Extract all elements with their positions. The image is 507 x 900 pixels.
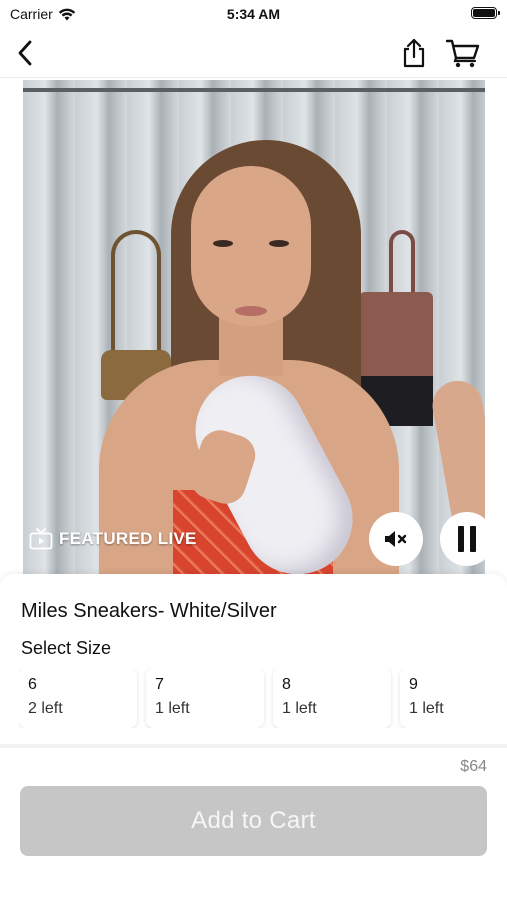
product-price: $64 [460, 758, 487, 775]
status-time: 5:34 AM [226, 6, 281, 22]
size-number: 8 [282, 676, 291, 693]
tv-icon [29, 528, 53, 550]
product-title: Miles Sneakers- White/Silver [21, 600, 277, 622]
size-stock: 1 left [155, 700, 190, 717]
share-button[interactable] [398, 36, 430, 70]
hanging-bag [359, 292, 433, 382]
pause-icon [458, 526, 464, 552]
divider [0, 744, 507, 748]
size-option-9[interactable]: 9 1 left [400, 668, 507, 728]
add-to-cart-button[interactable]: Add to Cart [20, 786, 487, 856]
bag-strap [111, 230, 161, 360]
chevron-left-icon [18, 40, 32, 66]
live-video[interactable]: FEATURED LIVE [23, 80, 485, 576]
cart-button[interactable] [444, 36, 482, 70]
person-lips [235, 306, 267, 316]
size-number: 9 [409, 676, 418, 693]
size-options: 6 2 left 7 1 left 8 1 left 9 1 left [19, 668, 507, 728]
size-option-8[interactable]: 8 1 left [273, 668, 391, 728]
person-eye [213, 240, 233, 247]
mute-icon [385, 531, 407, 547]
size-number: 7 [155, 676, 164, 693]
bag-strap [389, 230, 415, 300]
size-option-7[interactable]: 7 1 left [146, 668, 264, 728]
nav-bar [0, 28, 507, 78]
featured-live-label: FEATURED LIVE [59, 529, 197, 548]
featured-live-badge: FEATURED LIVE [29, 528, 197, 550]
battery-icon [471, 7, 500, 19]
pause-icon-bar [470, 526, 476, 552]
mute-button[interactable] [369, 512, 423, 566]
size-option-6[interactable]: 6 2 left [19, 668, 137, 728]
size-stock: 1 left [282, 700, 317, 717]
back-button[interactable] [10, 38, 40, 68]
pause-button[interactable] [440, 512, 485, 566]
share-icon [403, 38, 425, 68]
select-size-label: Select Size [21, 638, 112, 658]
status-bar: Carrier 5:34 AM [0, 0, 507, 28]
product-sheet: Miles Sneakers- White/Silver Select Size… [0, 574, 507, 900]
size-stock: 1 left [409, 700, 444, 717]
size-stock: 2 left [28, 700, 63, 717]
size-number: 6 [28, 676, 37, 693]
person-face [191, 166, 311, 326]
curtain-rod [23, 88, 485, 92]
cart-icon [446, 39, 480, 68]
person-eye [269, 240, 289, 247]
